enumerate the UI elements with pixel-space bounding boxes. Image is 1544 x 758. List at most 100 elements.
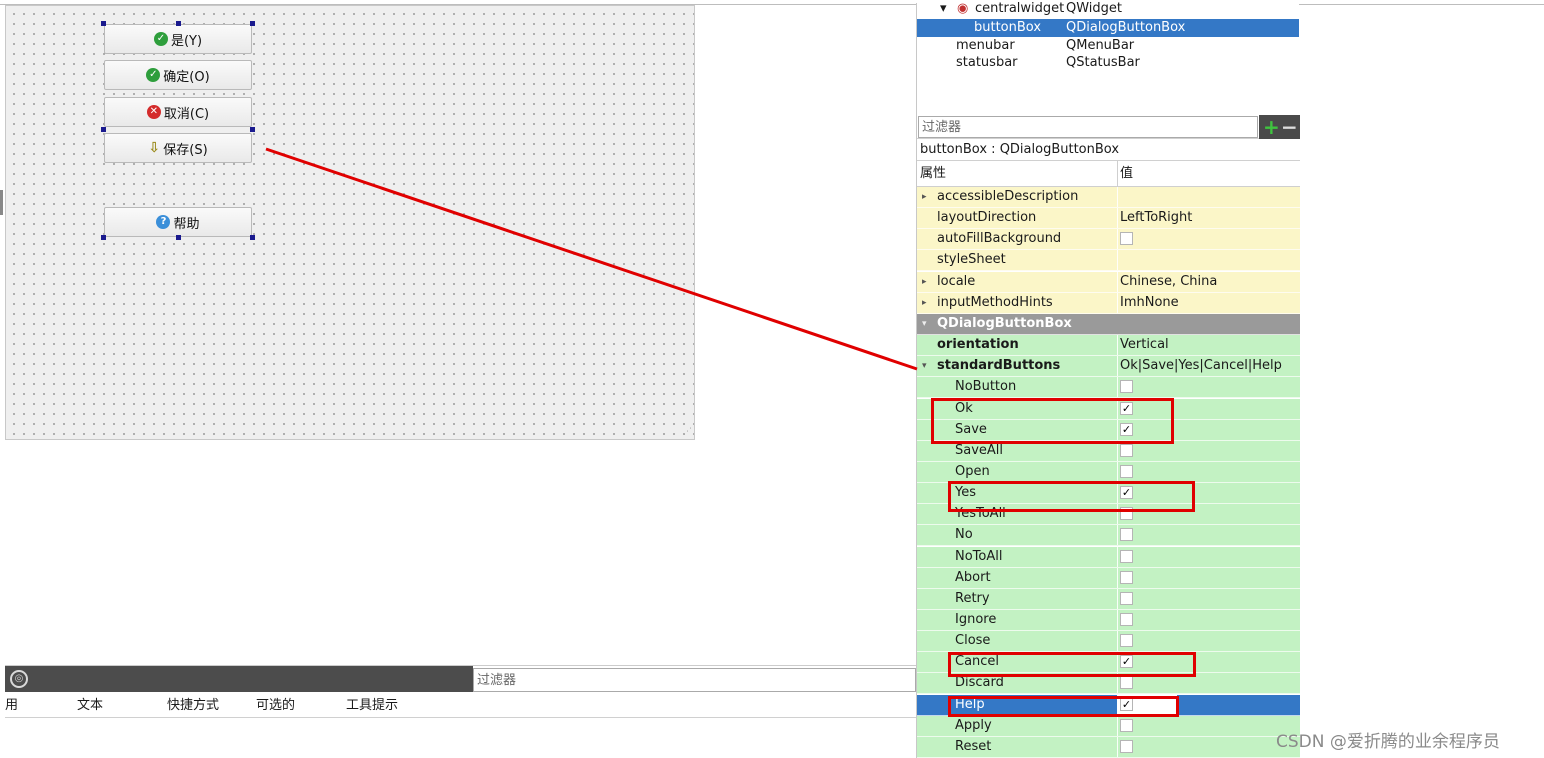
save-arrow-icon: ⇩ [148, 140, 161, 156]
column-text[interactable]: 文本 [77, 693, 103, 718]
resize-grip-icon[interactable]: ⋰ [682, 427, 692, 437]
checkbox-unchecked[interactable] [1120, 739, 1133, 753]
selection-handle[interactable] [176, 21, 181, 26]
header-property[interactable]: 属性 [920, 161, 946, 187]
action-editor: ◎ 用 文本 快捷方式 可选的 工具提示 [5, 665, 916, 758]
splitter-handle[interactable] [0, 190, 3, 215]
property-row[interactable]: NoToAll [917, 546, 1300, 568]
property-row[interactable]: No [917, 525, 1300, 547]
property-row[interactable]: Retry [917, 588, 1300, 610]
ok-button[interactable]: ✓ 确定(O) [104, 60, 252, 90]
selection-handle[interactable] [250, 127, 255, 132]
selection-handle[interactable] [101, 235, 106, 240]
column-tooltip[interactable]: 工具提示 [346, 693, 398, 718]
checkbox-unchecked[interactable] [1120, 634, 1133, 648]
cancel-circle-icon: ✕ [146, 105, 161, 119]
tree-object-class: QDialogButtonBox [1066, 20, 1186, 35]
settings-icon[interactable]: ◎ [10, 670, 28, 688]
column-shortcut[interactable]: 快捷方式 [167, 693, 219, 718]
column-checkable[interactable]: 可选的 [256, 693, 295, 718]
property-row[interactable]: NoButton [917, 377, 1300, 399]
tree-row[interactable]: menubar QMenuBar [917, 37, 1299, 55]
widget-icon: ◉ [957, 1, 969, 16]
checkbox-unchecked[interactable] [1120, 232, 1133, 246]
column-divider [1117, 631, 1118, 652]
selection-handle[interactable] [250, 21, 255, 26]
tree-row[interactable]: statusbar QStatusBar [917, 54, 1299, 72]
checkbox-unchecked[interactable] [1120, 528, 1133, 542]
checkbox-unchecked[interactable] [1120, 443, 1133, 457]
help-button[interactable]: ? 帮助 [104, 207, 252, 237]
selection-handle[interactable] [176, 235, 181, 240]
property-row[interactable]: orientation Vertical [917, 335, 1300, 357]
yes-button-label: 是(Y) [170, 33, 203, 49]
expand-arrow-icon[interactable]: ▸ [922, 187, 927, 207]
property-row[interactable]: Close [917, 631, 1300, 653]
checkbox-unchecked[interactable] [1120, 591, 1133, 605]
collapse-arrow-icon[interactable]: ▾ [922, 356, 927, 376]
checkbox-unchecked[interactable] [1120, 464, 1133, 478]
property-row[interactable]: ▸ accessibleDescription [917, 187, 1300, 208]
tree-row-selected[interactable]: buttonBox QDialogButtonBox [917, 19, 1299, 37]
column-divider [1117, 377, 1118, 398]
save-button-label: 保存(S) [163, 142, 208, 158]
property-filter-bar: + − [917, 115, 1300, 139]
tree-object-class: QMenuBar [1066, 38, 1135, 53]
property-row[interactable]: Ignore [917, 610, 1300, 631]
tree-object-name: centralwidget [975, 1, 1065, 16]
column-divider [1117, 461, 1118, 482]
expand-arrow-icon[interactable]: ▾ [940, 0, 947, 18]
property-row[interactable]: autoFillBackground [917, 229, 1300, 251]
property-row[interactable]: Reset [917, 736, 1300, 758]
property-name: standardButtons [937, 358, 1061, 374]
yes-button[interactable]: ✓ 是(Y) [104, 24, 252, 54]
property-row[interactable]: ▸ locale Chinese, China [917, 271, 1300, 293]
property-row[interactable]: ▾ standardButtons Ok|Save|Yes|Cancel|Help [917, 356, 1300, 378]
plus-icon[interactable]: + [1263, 116, 1280, 138]
property-name: inputMethodHints [937, 294, 1053, 310]
help-circle-icon: ? [156, 215, 171, 229]
column-divider [1117, 546, 1118, 567]
property-value[interactable]: Vertical [1120, 335, 1169, 355]
cancel-button[interactable]: ✕ 取消(C) [104, 97, 252, 127]
property-section-header[interactable]: ▾ QDialogButtonBox [917, 313, 1300, 335]
expand-arrow-icon[interactable]: ▸ [922, 293, 927, 313]
help-button-label: 帮助 [173, 216, 200, 232]
checkbox-unchecked[interactable] [1120, 549, 1133, 563]
property-value[interactable]: Chinese, China [1120, 272, 1217, 292]
selection-handle[interactable] [250, 235, 255, 240]
property-value[interactable]: LeftToRight [1120, 208, 1192, 228]
object-inspector: ▾ ◉ centralwidget QWidget buttonBox QDia… [916, 0, 1299, 115]
column-divider [1117, 736, 1118, 757]
property-filter-input[interactable] [918, 116, 1258, 138]
property-row[interactable]: Open [917, 461, 1300, 483]
column-used[interactable]: 用 [5, 693, 18, 718]
selection-handle[interactable] [101, 127, 106, 132]
header-value[interactable]: 值 [1120, 161, 1133, 187]
property-row[interactable]: Apply [917, 715, 1300, 737]
expand-arrow-icon[interactable]: ▸ [922, 272, 927, 292]
action-filter-input[interactable] [473, 668, 916, 692]
checkbox-unchecked[interactable] [1120, 676, 1133, 690]
highlight-box-help [948, 696, 1179, 717]
property-name: styleSheet [937, 252, 1006, 268]
checkbox-unchecked[interactable] [1120, 613, 1133, 626]
tree-row[interactable]: ▾ ◉ centralwidget QWidget [917, 0, 1299, 18]
collapse-arrow-icon[interactable]: ▾ [922, 314, 927, 334]
property-value[interactable]: ImhNone [1120, 293, 1179, 313]
property-row[interactable]: ▸ inputMethodHints ImhNone [917, 292, 1300, 314]
column-divider [1117, 567, 1118, 588]
checkbox-unchecked[interactable] [1120, 718, 1133, 732]
save-button[interactable]: ⇩ 保存(S) [104, 133, 252, 163]
property-row[interactable]: Abort [917, 567, 1300, 589]
tree-object-name: menubar [956, 38, 1015, 53]
selection-handle[interactable] [101, 21, 106, 26]
tree-object-name: buttonBox [974, 20, 1042, 35]
property-value[interactable]: Ok|Save|Yes|Cancel|Help [1120, 356, 1282, 376]
checkbox-unchecked[interactable] [1120, 380, 1133, 394]
property-row[interactable]: layoutDirection LeftToRight [917, 208, 1300, 230]
minus-icon[interactable]: − [1281, 116, 1298, 138]
property-row[interactable]: styleSheet [917, 250, 1300, 272]
checkbox-unchecked[interactable] [1120, 570, 1133, 584]
tree-object-class: QWidget [1066, 1, 1123, 16]
